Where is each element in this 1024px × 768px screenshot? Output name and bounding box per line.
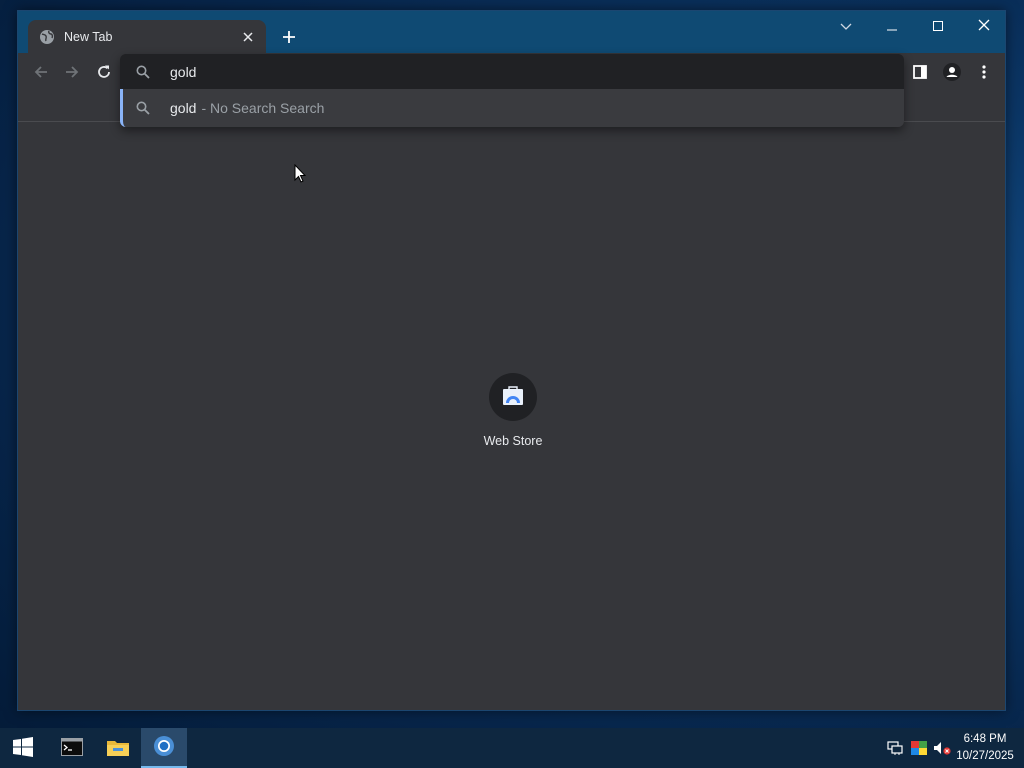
taskbar: 6:48 PM 10/27/2025	[0, 728, 1024, 768]
mouse-cursor-icon	[294, 163, 307, 186]
more-vert-icon	[982, 64, 986, 82]
globe-icon	[39, 29, 55, 45]
more-menu-button[interactable]	[971, 60, 997, 86]
new-tab-button[interactable]	[278, 27, 300, 49]
profile-button[interactable]	[939, 60, 965, 86]
windows-start-icon	[13, 736, 33, 760]
tab-new-tab[interactable]: New Tab	[28, 20, 266, 53]
minimize-icon	[887, 19, 897, 34]
network-icon[interactable]	[886, 739, 904, 757]
taskbar-chromium[interactable]	[141, 728, 187, 768]
plus-icon	[282, 30, 296, 47]
reload-button[interactable]	[90, 59, 118, 87]
start-button[interactable]	[0, 728, 46, 768]
back-button[interactable]	[27, 59, 55, 87]
address-bar[interactable]: gold	[120, 54, 904, 89]
chromium-icon	[153, 735, 175, 760]
forward-button[interactable]	[58, 59, 86, 87]
maximize-button[interactable]	[915, 11, 961, 41]
close-window-button[interactable]	[961, 11, 1007, 41]
forward-arrow-icon	[64, 64, 80, 83]
taskbar-terminal[interactable]	[49, 728, 95, 768]
omnibox-suggestion[interactable]: gold - No Search Search	[120, 89, 904, 127]
close-icon	[978, 19, 990, 34]
taskbar-file-explorer[interactable]	[95, 728, 141, 768]
web-store-icon	[502, 385, 524, 409]
shortcut-tile	[489, 373, 537, 421]
clock-date: 10/27/2025	[956, 750, 1014, 762]
tab-strip: New Tab	[18, 11, 1005, 53]
profile-icon	[942, 62, 962, 85]
maximize-icon	[933, 19, 943, 34]
chevron-down-icon	[840, 19, 852, 34]
tab-title: New Tab	[64, 29, 113, 44]
back-arrow-icon	[33, 64, 49, 83]
terminal-icon	[61, 737, 83, 759]
reload-icon	[96, 64, 112, 83]
file-explorer-icon	[107, 738, 129, 759]
search-icon	[136, 101, 152, 115]
omnibox-popup: gold gold - No Search Search	[120, 54, 904, 127]
suggestion-term: gold	[170, 100, 197, 116]
suggestion-description: - No Search Search	[201, 100, 325, 116]
volume-muted-icon[interactable]	[933, 739, 951, 757]
close-icon[interactable]	[240, 29, 256, 45]
search-icon	[136, 65, 152, 79]
minimize-button[interactable]	[869, 11, 915, 41]
taskbar-clock[interactable]: 6:48 PM 10/27/2025	[954, 731, 1016, 765]
shortcut-label: Web Store	[483, 434, 543, 448]
side-panel-icon	[913, 64, 927, 82]
shortcut-web-store[interactable]: Web Store	[470, 373, 556, 469]
color-icon[interactable]	[910, 739, 928, 757]
clock-time: 6:48 PM	[963, 733, 1007, 745]
tab-search-button[interactable]	[823, 11, 869, 41]
side-panel-button[interactable]	[907, 60, 933, 86]
address-bar-value: gold	[170, 63, 197, 80]
